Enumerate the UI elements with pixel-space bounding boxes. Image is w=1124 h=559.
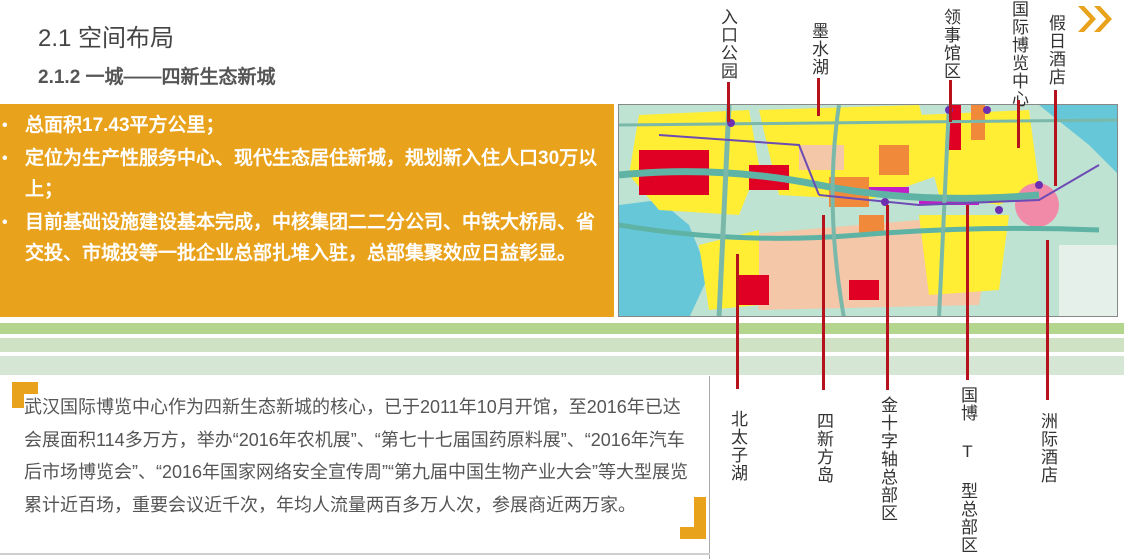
map-pin-line bbox=[736, 254, 739, 389]
map-label-holiday-hotel: 假日酒店 bbox=[1046, 14, 1065, 86]
land-use-map bbox=[618, 104, 1118, 317]
divider-stripe bbox=[0, 323, 1124, 334]
map-label-entrance-park: 入口公园 bbox=[718, 8, 737, 80]
vertical-divider bbox=[709, 376, 710, 559]
map-pin-line bbox=[1054, 90, 1057, 186]
map-pin-line bbox=[1046, 240, 1049, 400]
bullet-dot: • bbox=[2, 117, 8, 134]
bullet-dot: • bbox=[2, 149, 8, 167]
map-label-expo-center: 国际博览中心 bbox=[1009, 0, 1028, 108]
map-label-moshui-lake: 墨水湖 bbox=[809, 22, 828, 76]
map-label-consulate-district: 领事馆区 bbox=[941, 8, 960, 80]
summary-bullets: • 总面积17.43平方公里； • 定位为生产性服务中心、现代生态居住新城，规划新入… bbox=[0, 110, 610, 271]
map-label-intercontinental-hotel: 洲际酒店 bbox=[1038, 412, 1057, 484]
map-pin-line bbox=[1017, 100, 1020, 148]
body-paragraph: 武汉国际博览中心作为四新生态新城的核心，已于2011年10月开馆，至2016年已… bbox=[24, 397, 689, 515]
map-pin-line bbox=[817, 78, 820, 116]
map-label-sixin-island: 四新方岛 bbox=[814, 412, 833, 484]
map-pin-line bbox=[727, 82, 730, 122]
map-pin-line bbox=[949, 80, 952, 122]
page-title: 2.1 空间布局 bbox=[38, 25, 175, 52]
bullet-text: 定位为生产性服务中心、现代生态居住新城，规划新入住人口30万以上； bbox=[25, 147, 598, 201]
bullet-item: • 定位为生产性服务中心、现代生态居住新城，规划新入住人口30万以上； bbox=[0, 143, 610, 206]
bullet-item: • 总面积17.43平方公里； bbox=[0, 110, 610, 142]
map-label-golden-cross-hq: 金十字轴总部区 bbox=[878, 396, 897, 522]
next-chevron-icon[interactable] bbox=[1076, 4, 1116, 34]
bullet-text: 总面积17.43平方公里； bbox=[25, 115, 225, 136]
bracket-bottom-right bbox=[680, 497, 706, 539]
page-subtitle: 2.1.2 一城——四新生态新城 bbox=[38, 67, 276, 88]
divider-stripe bbox=[0, 356, 1124, 375]
bullet-dot: • bbox=[2, 213, 8, 231]
map-pin-line bbox=[886, 205, 889, 390]
map-pin-line bbox=[966, 205, 969, 380]
map-graphic bbox=[619, 105, 1117, 316]
divider-stripe bbox=[0, 338, 1124, 352]
map-label-north-taizi-lake: 北太子湖 bbox=[728, 410, 747, 482]
bullet-text: 目前基础设施建设基本完成，中核集团二二分公司、中铁大桥局、省交投、市城投等一批企… bbox=[25, 211, 596, 265]
bottom-rule bbox=[0, 553, 710, 555]
map-label-expo-t-hq: 国博 T 型总部区 bbox=[958, 386, 977, 554]
bullet-item: • 目前基础设施建设基本完成，中核集团二二分公司、中铁大桥局、省交投、市城投等一批… bbox=[0, 207, 610, 270]
map-pin-line bbox=[822, 215, 825, 390]
